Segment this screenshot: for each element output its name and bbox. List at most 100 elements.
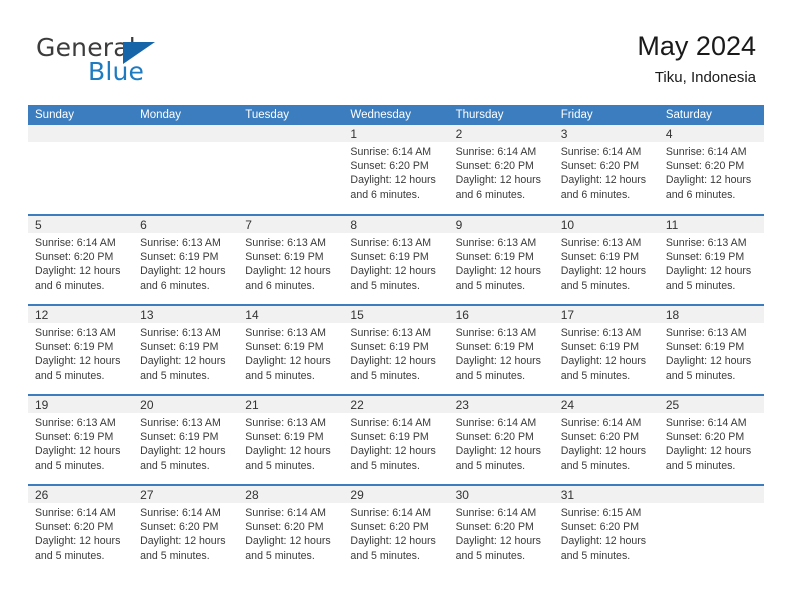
title-block: May 2024 Tiku, Indonesia [637, 30, 756, 87]
calendar-day-cell[interactable]: 15 Sunrise: 6:13 AM Sunset: 6:19 PM Dayligh… [343, 304, 449, 395]
calendar-day-cell[interactable]: 2 Sunrise: 6:14 AM Sunset: 6:20 PM Daylight… [448, 125, 554, 215]
calendar-day-cell[interactable]: 27 Sunrise: 6:14 AM Sunset: 6:20 PM Dayligh… [133, 484, 239, 575]
sunset-text: Sunset: 6:19 PM [140, 431, 219, 444]
daylight-text-line1: Daylight: 12 hours [140, 355, 226, 368]
day-number: 27 [133, 486, 239, 503]
day-details: Sunrise: 6:14 AM Sunset: 6:20 PM Daylight:… [133, 503, 238, 563]
day-number: 21 [238, 396, 344, 413]
calendar-day-cell[interactable]: 1 Sunrise: 6:14 AM Sunset: 6:20 PM Daylight… [343, 125, 449, 215]
sunrise-text: Sunrise: 6:13 AM [350, 327, 432, 339]
calendar-day-cell[interactable]: 31 Sunrise: 6:15 AM Sunset: 6:20 PM Dayligh… [553, 484, 659, 575]
day-details: Sunrise: 6:14 AM Sunset: 6:20 PM Daylight:… [449, 503, 554, 563]
calendar-day-cell[interactable]: 17 Sunrise: 6:13 AM Sunset: 6:19 PM Dayligh… [553, 304, 659, 395]
day-number: 28 [238, 486, 344, 503]
sunset-text: Sunset: 6:19 PM [455, 251, 534, 264]
day-details: Sunrise: 6:14 AM Sunset: 6:20 PM Daylight:… [554, 142, 659, 202]
sunrise-text: Sunrise: 6:15 AM [560, 507, 642, 519]
daylight-text-line2: and 6 minutes. [245, 279, 315, 292]
sunset-text: Sunset: 6:19 PM [245, 431, 324, 444]
daylight-text-line1: Daylight: 12 hours [665, 265, 752, 278]
daylight-text-line1: Daylight: 12 hours [455, 355, 541, 368]
day-details: Sunrise: 6:14 AM Sunset: 6:20 PM Daylight:… [449, 142, 554, 202]
day-details: Sunrise: 6:13 AM Sunset: 6:19 PM Daylight:… [659, 323, 764, 383]
day-details: Sunrise: 6:13 AM Sunset: 6:19 PM Daylight:… [133, 413, 238, 473]
sunrise-text: Sunrise: 6:13 AM [455, 237, 537, 249]
daylight-text-line1: Daylight: 12 hours [455, 174, 541, 187]
sunrise-text: Sunrise: 6:13 AM [665, 327, 747, 339]
calendar-day-cell[interactable]: 19 Sunrise: 6:13 AM Sunset: 6:19 PM Dayligh… [28, 394, 134, 485]
daylight-text-line2: and 5 minutes. [560, 279, 631, 292]
calendar-day-cell[interactable]: 10 Sunrise: 6:13 AM Sunset: 6:19 PM Dayligh… [553, 214, 659, 305]
daylight-text-line1: Daylight: 12 hours [245, 535, 331, 548]
calendar-day-cell[interactable]: 4 Sunrise: 6:14 AM Sunset: 6:20 PM Daylight… [658, 125, 764, 215]
sunset-text: Sunset: 6:19 PM [665, 251, 745, 264]
day-number: 8 [343, 216, 449, 233]
sunrise-text: Sunrise: 6:14 AM [455, 507, 537, 519]
daylight-text-line2: and 5 minutes. [140, 369, 210, 382]
calendar-week-row: 5 Sunrise: 6:14 AM Sunset: 6:20 PM Daylight… [28, 214, 764, 305]
sunset-text: Sunset: 6:20 PM [35, 521, 114, 534]
sunrise-text: Sunrise: 6:14 AM [350, 507, 432, 519]
day-number: 30 [448, 486, 554, 503]
calendar-day-cell[interactable]: 12 Sunrise: 6:13 AM Sunset: 6:19 PM Dayligh… [28, 304, 134, 395]
calendar-day-cell[interactable]: 11 Sunrise: 6:13 AM Sunset: 6:19 PM Dayligh… [658, 214, 764, 305]
sunset-text: Sunset: 6:20 PM [350, 521, 429, 534]
calendar-day-cell[interactable]: 8 Sunrise: 6:13 AM Sunset: 6:19 PM Daylight… [343, 214, 449, 305]
calendar-day-cell[interactable]: 22 Sunrise: 6:14 AM Sunset: 6:19 PM Dayligh… [343, 394, 449, 485]
calendar-day-cell[interactable]: 23 Sunrise: 6:14 AM Sunset: 6:20 PM Dayligh… [448, 394, 554, 485]
sunset-text: Sunset: 6:20 PM [140, 521, 219, 534]
day-details: Sunrise: 6:14 AM Sunset: 6:20 PM Daylight:… [343, 142, 448, 202]
sunset-text: Sunset: 6:19 PM [35, 341, 114, 354]
sunset-text: Sunset: 6:20 PM [245, 521, 324, 534]
day-number: 11 [658, 216, 764, 233]
calendar-day-cell[interactable]: 9 Sunrise: 6:13 AM Sunset: 6:19 PM Daylight… [448, 214, 554, 305]
weekday-header-thursday: Thursday [448, 105, 554, 125]
calendar-day-cell[interactable]: 21 Sunrise: 6:13 AM Sunset: 6:19 PM Dayligh… [238, 394, 344, 485]
day-details: Sunrise: 6:13 AM Sunset: 6:19 PM Daylight:… [133, 233, 238, 293]
daylight-text-line1: Daylight: 12 hours [245, 265, 331, 278]
daylight-text-line2: and 5 minutes. [35, 549, 105, 562]
calendar-day-cell[interactable]: 13 Sunrise: 6:13 AM Sunset: 6:19 PM Dayligh… [133, 304, 239, 395]
sunrise-text: Sunrise: 6:14 AM [560, 146, 642, 158]
general-blue-logo[interactable]: General Blue [36, 33, 266, 95]
day-number: 18 [658, 306, 764, 323]
sunset-text: Sunset: 6:19 PM [560, 251, 640, 264]
daylight-text-line1: Daylight: 12 hours [455, 535, 541, 548]
calendar-day-cell[interactable]: 30 Sunrise: 6:14 AM Sunset: 6:20 PM Dayligh… [448, 484, 554, 575]
calendar-day-cell[interactable]: 24 Sunrise: 6:14 AM Sunset: 6:20 PM Dayligh… [553, 394, 659, 485]
calendar-day-cell[interactable]: 29 Sunrise: 6:14 AM Sunset: 6:20 PM Dayligh… [343, 484, 449, 575]
calendar-day-cell[interactable]: 25 Sunrise: 6:14 AM Sunset: 6:20 PM Dayligh… [658, 394, 764, 485]
daylight-text-line2: and 5 minutes. [560, 369, 631, 382]
day-details: Sunrise: 6:13 AM Sunset: 6:19 PM Daylight:… [449, 323, 554, 383]
day-details: Sunrise: 6:13 AM Sunset: 6:19 PM Daylight:… [343, 233, 448, 293]
daylight-text-line2: and 5 minutes. [665, 369, 736, 382]
sunrise-text: Sunrise: 6:13 AM [245, 417, 326, 429]
calendar-day-cell[interactable]: 20 Sunrise: 6:13 AM Sunset: 6:19 PM Dayligh… [133, 394, 239, 485]
sunrise-text: Sunrise: 6:14 AM [455, 417, 537, 429]
sunrise-text: Sunrise: 6:13 AM [560, 237, 642, 249]
calendar-day-cell[interactable]: 18 Sunrise: 6:13 AM Sunset: 6:19 PM Dayligh… [658, 304, 764, 395]
day-details: Sunrise: 6:13 AM Sunset: 6:19 PM Daylight:… [28, 323, 133, 383]
sunrise-text: Sunrise: 6:14 AM [665, 146, 747, 158]
calendar-day-cell-empty [238, 125, 344, 215]
daylight-text-line1: Daylight: 12 hours [560, 445, 647, 458]
daylight-text-line1: Daylight: 12 hours [245, 445, 331, 458]
calendar-day-cell[interactable]: 26 Sunrise: 6:14 AM Sunset: 6:20 PM Dayligh… [28, 484, 134, 575]
calendar-grid: Sunday Monday Tuesday Wednesday Thursday… [28, 105, 764, 575]
calendar-day-cell[interactable]: 6 Sunrise: 6:13 AM Sunset: 6:19 PM Daylight… [133, 214, 239, 305]
daylight-text-line2: and 5 minutes. [350, 459, 420, 472]
calendar-day-cell[interactable]: 16 Sunrise: 6:13 AM Sunset: 6:19 PM Dayligh… [448, 304, 554, 395]
daylight-text-line1: Daylight: 12 hours [455, 445, 541, 458]
calendar-day-cell[interactable]: 5 Sunrise: 6:14 AM Sunset: 6:20 PM Daylight… [28, 214, 134, 305]
calendar-day-cell[interactable]: 3 Sunrise: 6:14 AM Sunset: 6:20 PM Daylight… [553, 125, 659, 215]
day-details: Sunrise: 6:13 AM Sunset: 6:19 PM Daylight:… [343, 323, 448, 383]
calendar-day-cell[interactable]: 28 Sunrise: 6:14 AM Sunset: 6:20 PM Dayligh… [238, 484, 344, 575]
calendar-day-cell[interactable]: 14 Sunrise: 6:13 AM Sunset: 6:19 PM Dayligh… [238, 304, 344, 395]
daylight-text-line2: and 6 minutes. [455, 188, 526, 201]
sunset-text: Sunset: 6:19 PM [560, 341, 640, 354]
daylight-text-line1: Daylight: 12 hours [35, 445, 121, 458]
daylight-text-line2: and 5 minutes. [665, 459, 736, 472]
day-number [658, 486, 764, 503]
calendar-day-cell[interactable]: 7 Sunrise: 6:13 AM Sunset: 6:19 PM Daylight… [238, 214, 344, 305]
sunrise-text: Sunrise: 6:13 AM [35, 417, 116, 429]
